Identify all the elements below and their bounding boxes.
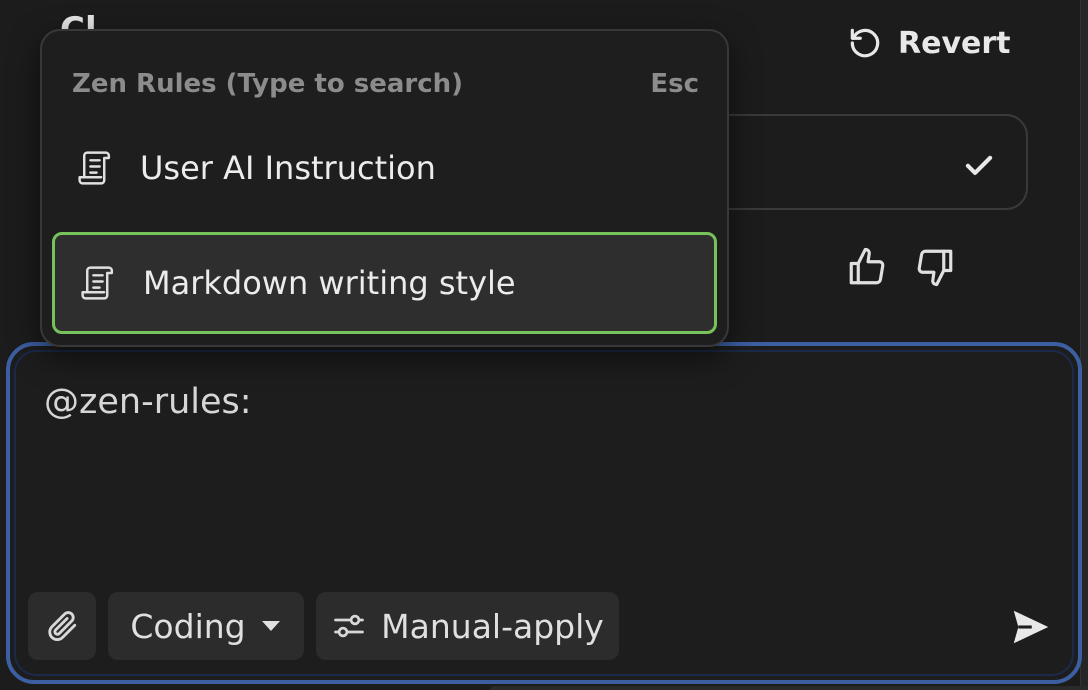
undo-icon: [850, 28, 880, 58]
paperclip-icon: [48, 611, 77, 642]
revert-label: Revert: [898, 25, 1011, 61]
esc-hint[interactable]: Esc: [650, 69, 699, 99]
thumbs-down-icon[interactable]: [914, 246, 956, 288]
zen-rules-dropdown: Zen Rules (Type to search) Esc User AI I…: [40, 29, 729, 347]
rule-item-markdown-writing-style[interactable]: Markdown writing style: [52, 232, 717, 334]
thumbs-up-icon[interactable]: [846, 246, 888, 288]
composer-input[interactable]: @zen-rules:: [44, 382, 944, 422]
check-icon[interactable]: [960, 146, 998, 184]
rule-item-label: Markdown writing style: [143, 264, 516, 302]
bottom-divider: [490, 686, 1088, 690]
mode-label: Coding: [130, 606, 246, 646]
rule-item-user-ai-instruction[interactable]: User AI Instruction: [52, 117, 717, 219]
app-root: Cl Revert @zen-rules: Coding: [0, 0, 1088, 690]
scroll-icon: [78, 151, 111, 185]
revert-button[interactable]: Revert: [838, 20, 1019, 66]
dropdown-header: Zen Rules (Type to search): [72, 69, 464, 99]
sliders-icon: [334, 614, 365, 638]
scroll-icon: [81, 266, 114, 300]
attach-button[interactable]: [28, 592, 96, 660]
caret-down-icon: [261, 621, 280, 631]
manual-apply-button[interactable]: Manual-apply: [316, 592, 619, 660]
rule-item-label: User AI Instruction: [140, 149, 436, 187]
send-icon[interactable]: [1008, 604, 1054, 650]
mode-selector[interactable]: Coding: [108, 592, 304, 660]
manual-apply-label: Manual-apply: [381, 606, 604, 646]
